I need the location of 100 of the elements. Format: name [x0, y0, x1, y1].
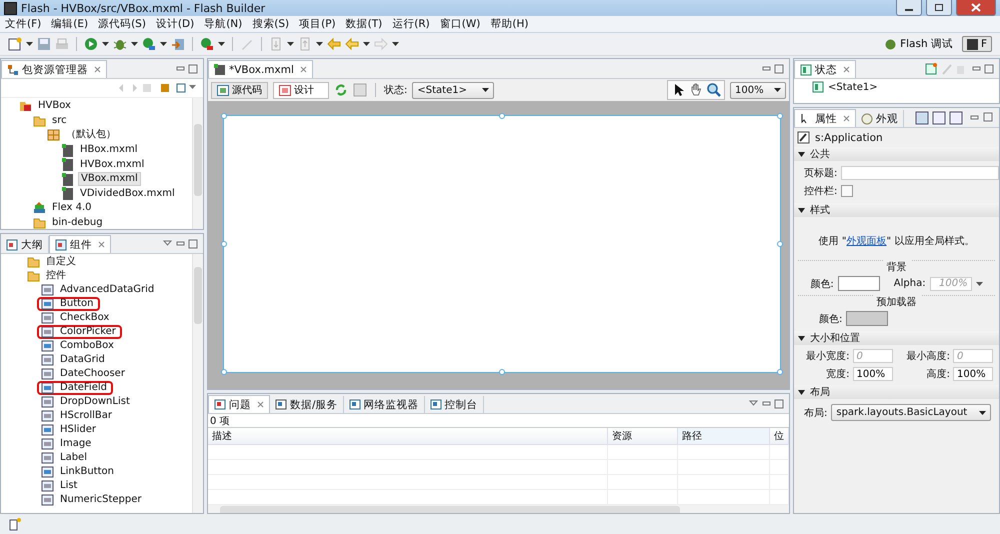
tree-item[interactable]: CheckBox	[58, 312, 112, 324]
dropdown-arrow-icon[interactable]	[160, 42, 167, 46]
menu-item[interactable]: 帮助(H)	[485, 17, 534, 31]
tree-item[interactable]: HScrollBar	[58, 410, 114, 422]
scrollbar[interactable]	[208, 505, 789, 513]
state-toolbar-icon[interactable]	[925, 62, 995, 74]
dropdown-arrow-icon[interactable]	[976, 282, 983, 286]
scrollbar[interactable]	[192, 254, 203, 513]
editor-tab[interactable]: *VBox.mxml	[208, 60, 313, 78]
maximize-button[interactable]	[926, 0, 952, 16]
panel-tab[interactable]: 包资源管理器	[1, 60, 107, 78]
color-swatch[interactable]	[838, 276, 880, 291]
tree-item[interactable]: HVBox.mxml	[78, 158, 146, 171]
input-field[interactable]: 0	[852, 349, 892, 363]
close-icon[interactable]	[300, 66, 307, 73]
close-icon[interactable]	[843, 115, 850, 122]
checkbox[interactable]	[841, 185, 854, 197]
section-header[interactable]: 样式	[794, 203, 999, 217]
resize-handle[interactable]	[499, 113, 505, 119]
perspective-button[interactable]: Flash 调试	[879, 35, 958, 53]
panel-tab[interactable]: 问题	[208, 395, 270, 413]
tree-item[interactable]: VBox.mxml	[78, 172, 141, 186]
tree-item[interactable]: bin-debug	[50, 217, 105, 229]
tree-item[interactable]: DataGrid	[58, 354, 107, 366]
minimize-maximize-icon[interactable]	[761, 64, 785, 74]
section-header[interactable]: 大小和位置	[794, 331, 999, 345]
layout-dropdown[interactable]: spark.layouts.BasicLayout	[831, 404, 992, 421]
dropdown-arrow-icon[interactable]	[131, 42, 138, 46]
close-icon[interactable]	[843, 66, 850, 73]
menu-item[interactable]: 数据(T)	[340, 17, 388, 31]
input-field[interactable]: 0	[953, 349, 993, 363]
section-header[interactable]: 布局	[794, 385, 999, 399]
dropdown-arrow-icon[interactable]	[392, 42, 399, 46]
input-field[interactable]: 100%	[852, 367, 892, 381]
tree-item[interactable]: DateField	[58, 382, 109, 394]
new-file-icon[interactable]	[8, 37, 22, 51]
zoom-dropdown[interactable]: 100%	[730, 82, 786, 98]
tree-item[interactable]: Flex 4.0	[50, 202, 94, 214]
menu-item[interactable]: 运行(R)	[387, 17, 435, 31]
new-view-icon[interactable]	[8, 517, 22, 531]
close-button[interactable]	[956, 0, 996, 16]
tree-item[interactable]: （默认包）	[64, 129, 118, 142]
resize-handle[interactable]	[777, 241, 783, 247]
profile-icon[interactable]	[142, 37, 156, 51]
menu-item[interactable]: 设计(D)	[150, 17, 200, 31]
resize-handle[interactable]	[221, 369, 227, 375]
close-icon[interactable]	[94, 66, 101, 73]
layout-icon[interactable]	[353, 83, 367, 97]
menu-item[interactable]: 编辑(E)	[46, 17, 94, 31]
tree-item[interactable]: AdvancedDataGrid	[58, 284, 156, 296]
close-icon[interactable]	[257, 401, 264, 408]
mode-button[interactable]: 设计	[273, 82, 329, 98]
color-swatch[interactable]	[846, 311, 888, 326]
appearance-panel-link[interactable]: 外观面板	[846, 236, 886, 247]
tree-item[interactable]: ColorPicker	[58, 326, 118, 338]
mode-button[interactable]: 源代码	[211, 82, 268, 98]
state-item[interactable]: <State1>	[828, 82, 878, 92]
tree-item[interactable]: Button	[58, 298, 96, 310]
tree-item[interactable]: Label	[58, 452, 89, 464]
tree-item[interactable]: Image	[58, 438, 94, 450]
dropdown-arrow-icon[interactable]	[102, 42, 109, 46]
dropdown-arrow-icon[interactable]	[316, 42, 323, 46]
alpha-field[interactable]: 100%	[930, 276, 972, 290]
resize-handle[interactable]	[221, 241, 227, 247]
minimize-maximize-icon[interactable]	[175, 64, 199, 74]
perspective-button[interactable]: F	[962, 36, 992, 52]
column-header[interactable]: 路径	[678, 428, 770, 444]
view-menu-icon[interactable]	[749, 398, 785, 408]
tree-item[interactable]: DropDownList	[58, 396, 132, 408]
menu-item[interactable]: 文件(F)	[0, 17, 46, 31]
state-dropdown[interactable]: <State1>	[412, 82, 494, 98]
tree-item[interactable]: 控件	[44, 270, 68, 282]
menu-item[interactable]: 源代码(S)	[93, 17, 151, 31]
minimize-button[interactable]	[896, 0, 922, 16]
menu-item[interactable]: 项目(P)	[294, 17, 341, 31]
menu-item[interactable]: 导航(N)	[199, 17, 248, 31]
scrollbar[interactable]	[192, 98, 203, 229]
tree-item[interactable]: src	[50, 114, 69, 127]
input-field[interactable]	[841, 166, 999, 180]
menu-item[interactable]: 窗口(W)	[434, 17, 486, 31]
panel-tab[interactable]: 外观	[856, 110, 904, 127]
tree-item[interactable]: ComboBox	[58, 340, 116, 352]
run-icon[interactable]	[84, 37, 98, 51]
column-header[interactable]: 描述	[208, 428, 608, 444]
tree-item[interactable]: HSlider	[58, 424, 98, 436]
dropdown-arrow-icon[interactable]	[218, 42, 225, 46]
menu-item[interactable]: 搜索(S)	[247, 17, 294, 31]
tree-item[interactable]: VDividedBox.mxml	[78, 188, 177, 200]
close-icon[interactable]	[98, 241, 105, 248]
resize-handle[interactable]	[499, 369, 505, 375]
dropdown-arrow-icon[interactable]	[287, 42, 294, 46]
resize-handle[interactable]	[221, 113, 227, 119]
resize-handle[interactable]	[777, 113, 783, 119]
view-menu-icon[interactable]	[163, 238, 199, 248]
column-header[interactable]: 位	[770, 428, 789, 444]
panel-tab[interactable]: 数据/服务	[270, 396, 344, 413]
tree-item[interactable]: NumericStepper	[58, 494, 144, 506]
view-toolbar-icon[interactable]	[915, 110, 995, 124]
tree-item[interactable]: List	[58, 480, 80, 492]
tree-item[interactable]: 自定义	[44, 256, 78, 268]
